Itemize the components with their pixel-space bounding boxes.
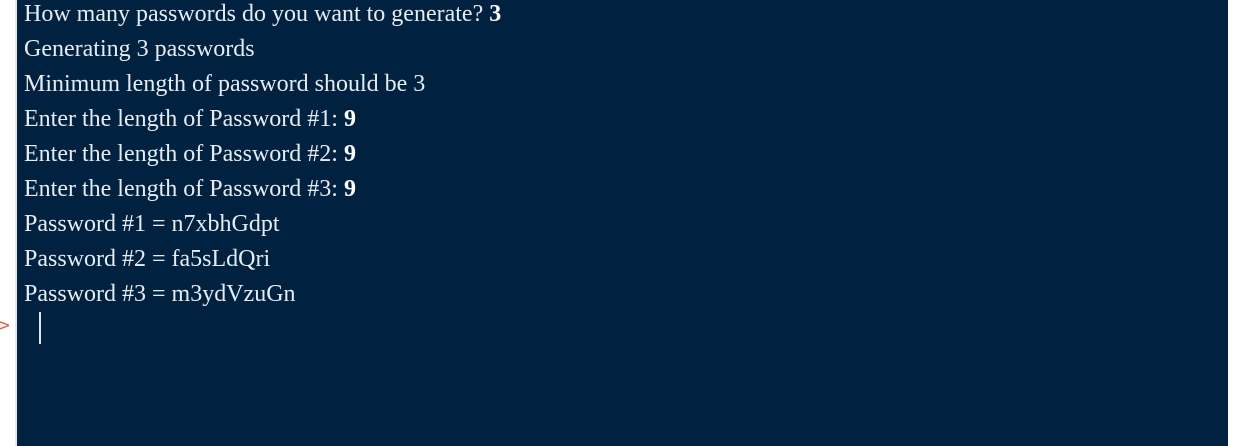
left-gutter: [0, 0, 15, 446]
line-text: Password #1 = n7xbhGdpt: [24, 211, 280, 237]
console-lines: How many passwords do you want to genera…: [24, 0, 1228, 312]
console-line: Enter the length of Password #1: 9: [24, 102, 1228, 137]
console-output-pane[interactable]: How many passwords do you want to genera…: [17, 0, 1228, 446]
console-line: How many passwords do you want to genera…: [24, 0, 1228, 32]
console-line: Enter the length of Password #2: 9: [24, 137, 1228, 172]
line-text: Password #2 = fa5sLdQri: [24, 246, 271, 272]
console-line: Password #3 = m3ydVzuGn: [24, 277, 1228, 312]
console-line: Generating 3 passwords: [24, 32, 1228, 67]
console-line: Enter the length of Password #3: 9: [24, 172, 1228, 207]
prompt-arrow-icon: >: [0, 315, 10, 336]
input-prompt: >: [0, 312, 40, 346]
line-text: Generating 3 passwords: [24, 36, 255, 62]
user-input-value: 9: [343, 141, 356, 167]
console-line: Password #1 = n7xbhGdpt: [24, 207, 1228, 242]
line-text: Enter the length of Password #3:: [24, 176, 344, 202]
line-text: How many passwords do you want to genera…: [24, 1, 490, 27]
user-input-value: 9: [343, 176, 356, 202]
line-text: Password #3 = m3ydVzuGn: [24, 281, 296, 307]
line-text: Enter the length of Password #1:: [24, 106, 344, 132]
console-line: Password #2 = fa5sLdQri: [24, 242, 1228, 277]
line-text: Minimum length of password should be 3: [24, 71, 426, 97]
user-input-value: 9: [343, 106, 356, 132]
right-gutter: [1228, 0, 1247, 446]
line-text: Enter the length of Password #2:: [24, 141, 344, 167]
user-input-value: 3: [489, 1, 502, 27]
console-line: Minimum length of password should be 3: [24, 67, 1228, 102]
